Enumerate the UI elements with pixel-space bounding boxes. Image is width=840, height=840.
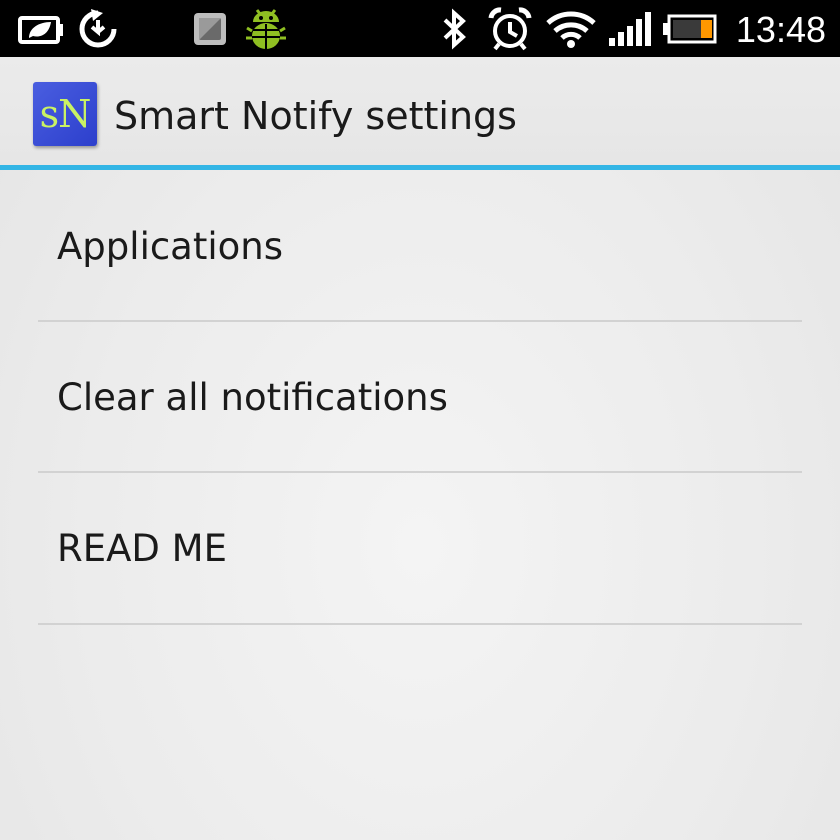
screen-icon xyxy=(190,0,230,57)
list-item-read-me[interactable]: READ ME xyxy=(0,472,840,623)
app-icon-text: sN xyxy=(39,92,92,136)
list-item-label: READ ME xyxy=(57,527,227,570)
list-item-clear-all-notifications[interactable]: Clear all notifications xyxy=(0,321,840,472)
action-bar: sN Smart Notify settings xyxy=(0,57,840,170)
sync-icon xyxy=(76,0,120,57)
battery-icon xyxy=(662,0,718,57)
page-title: Smart Notify settings xyxy=(114,94,517,138)
bluetooth-icon xyxy=(438,0,470,57)
android-debug-icon xyxy=(242,0,290,57)
battery-saver-icon xyxy=(16,0,66,57)
list-item-applications[interactable]: Applications xyxy=(0,170,840,321)
alarm-icon xyxy=(486,0,534,57)
list-item-label: Clear all notifications xyxy=(57,376,448,419)
status-bar: 13:48 xyxy=(0,0,840,57)
signal-icon xyxy=(606,0,654,57)
settings-list: Applications Clear all notifications REA… xyxy=(0,170,840,625)
list-item-label: Applications xyxy=(57,225,284,268)
clock-time: 13:48 xyxy=(735,9,826,50)
divider xyxy=(38,623,802,625)
app-icon[interactable]: sN xyxy=(33,82,97,146)
wifi-icon xyxy=(544,0,598,57)
